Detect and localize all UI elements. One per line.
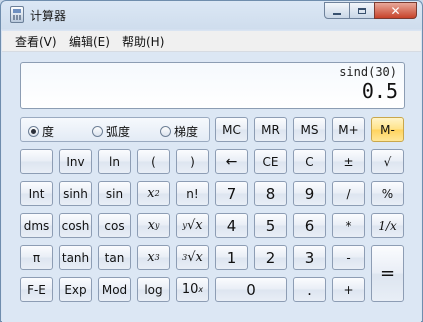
- x-cubed-button[interactable]: x3: [137, 245, 170, 270]
- radio-button-icon: [160, 126, 171, 137]
- menu-edit[interactable]: 编辑(E): [69, 33, 110, 50]
- equals-button[interactable]: =: [371, 245, 404, 302]
- radio-degrees[interactable]: 度: [28, 123, 54, 140]
- mc-button[interactable]: MC: [215, 117, 248, 142]
- factorial-button[interactable]: n!: [176, 181, 209, 206]
- pi-button[interactable]: π: [20, 245, 53, 270]
- x-cubed-base: x: [147, 250, 155, 265]
- root-sign-icon: √: [186, 218, 196, 233]
- maximize-icon: [358, 7, 366, 14]
- open-paren-button[interactable]: (: [137, 149, 170, 174]
- cosh-button[interactable]: cosh: [59, 213, 92, 238]
- mod-button[interactable]: Mod: [98, 277, 131, 302]
- x-power-y-base: x: [147, 218, 155, 233]
- ce-button[interactable]: CE: [254, 149, 287, 174]
- reciprocal-button[interactable]: 1/x: [371, 213, 404, 238]
- menu-help[interactable]: 帮助(H): [122, 33, 164, 50]
- mr-button[interactable]: MR: [254, 117, 287, 142]
- radio-radians-label: 弧度: [106, 125, 131, 139]
- radio-radians[interactable]: 弧度: [92, 123, 130, 140]
- c-button[interactable]: C: [293, 149, 326, 174]
- title-bar[interactable]: 计算器 ✕: [1, 1, 422, 29]
- x-power-y-button[interactable]: xy: [137, 213, 170, 238]
- decimal-button[interactable]: .: [293, 277, 326, 302]
- ln-button[interactable]: ln: [98, 149, 131, 174]
- plus-minus-button[interactable]: ±: [332, 149, 365, 174]
- m-plus-button[interactable]: M+: [332, 117, 365, 142]
- inv-button[interactable]: Inv: [59, 149, 92, 174]
- radio-degrees-label: 度: [42, 125, 55, 139]
- multiply-button[interactable]: *: [332, 213, 365, 238]
- digit-1-button[interactable]: 1: [215, 245, 248, 270]
- angle-mode-group: 度 弧度 梯度: [20, 117, 210, 142]
- x-squared-base: x: [147, 186, 155, 201]
- digit-0-button[interactable]: 0: [215, 277, 287, 302]
- digit-9-button[interactable]: 9: [293, 181, 326, 206]
- x-squared-button[interactable]: x2: [137, 181, 170, 206]
- digit-2-button[interactable]: 2: [254, 245, 287, 270]
- digit-8-button[interactable]: 8: [254, 181, 287, 206]
- expression-text: sind(30): [339, 65, 397, 79]
- tanh-button[interactable]: tanh: [59, 245, 92, 270]
- minimize-button[interactable]: [324, 2, 350, 19]
- dms-button[interactable]: dms: [20, 213, 53, 238]
- calculator-window: 计算器 ✕ 查看(V) 编辑(E) 帮助(H) sind(30) 0.5 度 弧…: [0, 0, 423, 322]
- percent-button[interactable]: %: [371, 181, 404, 206]
- radio-button-icon: [92, 126, 103, 137]
- result-text: 0.5: [361, 79, 398, 103]
- m-minus-button[interactable]: M-: [371, 117, 404, 142]
- subtract-button[interactable]: -: [332, 245, 365, 270]
- ten-power-x-base: 10: [181, 282, 199, 297]
- window-title: 计算器: [30, 9, 67, 23]
- digit-6-button[interactable]: 6: [293, 213, 326, 238]
- blank-button[interactable]: [20, 149, 53, 174]
- close-icon: ✕: [390, 3, 401, 18]
- digit-7-button[interactable]: 7: [215, 181, 248, 206]
- cos-button[interactable]: cos: [98, 213, 131, 238]
- digit-3-button[interactable]: 3: [293, 245, 326, 270]
- divide-button[interactable]: /: [332, 181, 365, 206]
- backspace-button[interactable]: ←: [215, 149, 248, 174]
- y-root-radicand: x: [195, 218, 203, 233]
- ms-button[interactable]: MS: [293, 117, 326, 142]
- display-panel: sind(30) 0.5: [20, 62, 405, 109]
- root-sign-icon: √: [187, 250, 196, 265]
- sqrt-button[interactable]: √: [371, 149, 404, 174]
- log-button[interactable]: log: [137, 277, 170, 302]
- calculator-icon: [10, 6, 24, 23]
- cube-root-radicand: x: [195, 250, 203, 265]
- menu-bar: 查看(V) 编辑(E) 帮助(H): [2, 31, 421, 52]
- radio-grads-label: 梯度: [174, 125, 199, 139]
- sinh-button[interactable]: sinh: [59, 181, 92, 206]
- ten-power-x-exponent: x: [198, 285, 204, 294]
- sin-button[interactable]: sin: [98, 181, 131, 206]
- close-paren-button[interactable]: ): [176, 149, 209, 174]
- minimize-icon: [333, 12, 341, 15]
- x-cubed-exponent: 3: [154, 253, 160, 262]
- fe-button[interactable]: F-E: [20, 277, 53, 302]
- exp-button[interactable]: Exp: [59, 277, 92, 302]
- menu-view[interactable]: 查看(V): [15, 33, 57, 50]
- maximize-button[interactable]: [349, 2, 375, 19]
- ten-power-x-button[interactable]: 10 x: [176, 277, 209, 302]
- cube-root-button[interactable]: 3 √ x: [176, 245, 209, 270]
- add-button[interactable]: +: [332, 277, 365, 302]
- digit-5-button[interactable]: 5: [254, 213, 287, 238]
- radio-button-icon: [28, 126, 39, 137]
- int-button[interactable]: Int: [20, 181, 53, 206]
- close-button[interactable]: ✕: [374, 2, 417, 19]
- digit-4-button[interactable]: 4: [215, 213, 248, 238]
- y-root-x-button[interactable]: y √ x: [176, 213, 209, 238]
- x-power-y-exponent: y: [154, 221, 160, 230]
- x-squared-exponent: 2: [154, 189, 160, 198]
- radio-grads[interactable]: 梯度: [160, 123, 198, 140]
- tan-button[interactable]: tan: [98, 245, 131, 270]
